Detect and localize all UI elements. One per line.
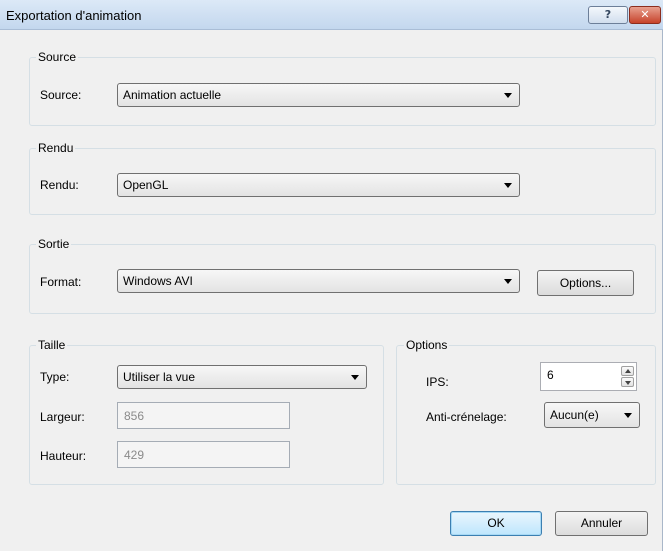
options-group-label: Options [404, 338, 450, 352]
format-options-button[interactable]: Options... [537, 270, 634, 296]
cancel-button[interactable]: Annuler [555, 511, 648, 536]
chevron-down-icon [504, 93, 512, 98]
source-dropdown[interactable]: Animation actuelle [117, 83, 520, 107]
largeur-value: 856 [124, 409, 145, 423]
anti-aliasing-dropdown[interactable]: Aucun(e) [544, 402, 640, 428]
hauteur-label: Hauteur: [40, 449, 87, 463]
rendu-dropdown[interactable]: OpenGL [117, 173, 520, 197]
rendu-group-label: Rendu [36, 141, 76, 155]
anti-aliasing-label: Anti-crénelage: [426, 410, 507, 424]
rendu-value: OpenGL [123, 178, 169, 192]
ips-label: IPS: [426, 375, 449, 389]
source-label: Source: [40, 88, 82, 102]
chevron-down-icon [351, 375, 359, 380]
chevron-down-icon [624, 413, 632, 418]
window-title: Exportation d'animation [6, 8, 142, 23]
chevron-down-icon [504, 183, 512, 188]
taille-group-label: Taille [36, 338, 68, 352]
spin-up-button[interactable] [621, 366, 634, 376]
sortie-group-label: Sortie [36, 237, 72, 251]
format-value: Windows AVI [123, 274, 193, 288]
ips-spinbox[interactable]: 6 [540, 362, 637, 391]
chevron-down-icon [504, 279, 512, 284]
anti-aliasing-value: Aucun(e) [550, 408, 599, 422]
spin-down-icon [625, 381, 631, 385]
rendu-label: Rendu: [40, 178, 79, 192]
spin-down-button[interactable] [621, 377, 634, 387]
hauteur-field[interactable]: 429 [117, 441, 290, 468]
type-label: Type: [40, 370, 70, 384]
largeur-field[interactable]: 856 [117, 402, 290, 429]
close-button[interactable]: ✕ [629, 6, 661, 24]
spin-up-icon [625, 369, 631, 373]
type-value: Utiliser la vue [123, 370, 196, 384]
format-label: Format: [40, 275, 82, 289]
source-value: Animation actuelle [123, 88, 222, 102]
format-dropdown[interactable]: Windows AVI [117, 269, 520, 293]
help-button[interactable]: ? [588, 6, 628, 24]
source-group-label: Source [36, 50, 79, 64]
type-dropdown[interactable]: Utiliser la vue [117, 365, 367, 389]
hauteur-value: 429 [124, 448, 145, 462]
title-bar[interactable]: Exportation d'animation ? ✕ [0, 0, 663, 30]
close-icon: ✕ [640, 8, 650, 21]
help-icon: ? [604, 8, 612, 21]
ok-button[interactable]: OK [450, 511, 542, 536]
ips-value: 6 [547, 368, 554, 382]
largeur-label: Largeur: [40, 410, 85, 424]
export-animation-dialog: Exportation d'animation ? ✕ Source Sourc… [0, 0, 663, 551]
